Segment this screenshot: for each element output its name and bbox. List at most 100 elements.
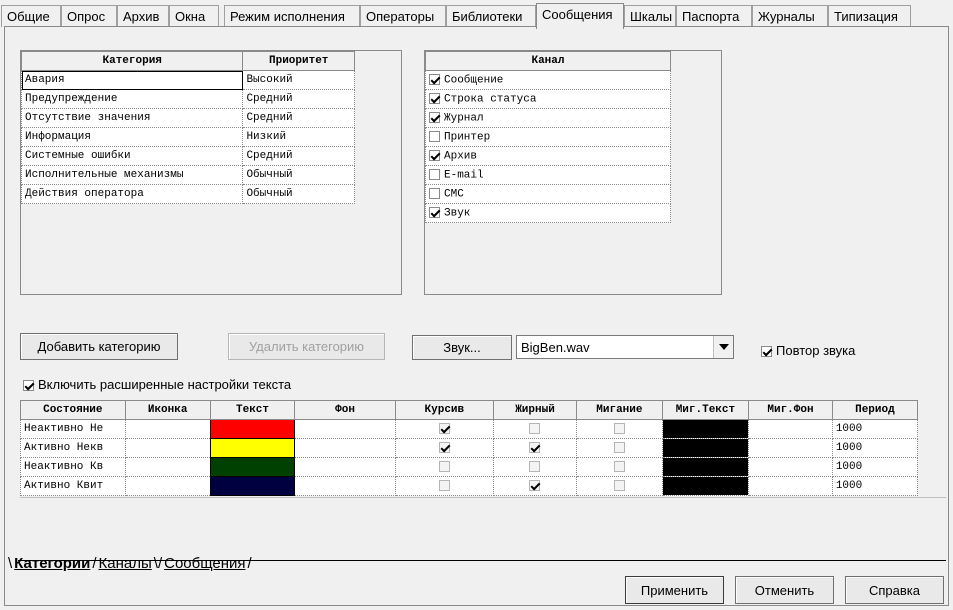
- repeat-sound-checkbox[interactable]: Повтор звука: [761, 343, 855, 358]
- blink-background-cell[interactable]: [748, 457, 833, 477]
- checkbox-cell[interactable]: [492, 438, 578, 458]
- text-color-swatch[interactable]: [209, 419, 296, 439]
- header-col-9[interactable]: Период: [831, 400, 919, 420]
- table-row[interactable]: Активно Некв 1000: [20, 438, 919, 458]
- checkbox-cell[interactable]: [492, 476, 578, 496]
- checkbox-icon[interactable]: [613, 422, 625, 434]
- tab-libraries[interactable]: Библиотеки: [446, 5, 536, 27]
- checkbox-icon[interactable]: [438, 441, 450, 453]
- table-row[interactable]: СМС: [425, 184, 671, 204]
- category-priority[interactable]: Средний: [242, 89, 355, 109]
- checkbox-cell[interactable]: [394, 476, 494, 496]
- header-col-6[interactable]: Мигание: [576, 400, 663, 420]
- table-row[interactable]: Сообщение: [425, 70, 671, 90]
- extended-text-checkbox[interactable]: Включить расширенные настройки текста: [23, 377, 291, 392]
- checkbox-icon[interactable]: [429, 73, 440, 85]
- tab-scales[interactable]: Шкалы: [624, 5, 676, 27]
- category-name[interactable]: Авария: [20, 70, 244, 90]
- add-category-button[interactable]: Добавить категорию: [20, 333, 178, 360]
- blink-background-cell[interactable]: [748, 476, 833, 496]
- category-name[interactable]: Действия оператора: [20, 184, 244, 204]
- table-row[interactable]: Строка статуса: [425, 89, 671, 109]
- checkbox-icon[interactable]: [429, 130, 440, 142]
- channel-cell[interactable]: Журнал: [425, 108, 671, 128]
- checkbox-cell[interactable]: [576, 476, 663, 496]
- category-name[interactable]: Системные ошибки: [20, 146, 244, 166]
- delete-category-button[interactable]: Удалить категорию: [228, 333, 385, 360]
- header-col-4[interactable]: Курсив: [394, 400, 494, 420]
- table-row[interactable]: Отсутствие значения Средний: [20, 108, 355, 128]
- category-priority[interactable]: Средний: [242, 108, 355, 128]
- apply-button[interactable]: Применить: [625, 576, 724, 604]
- header-col-5[interactable]: Жирный: [492, 400, 578, 420]
- category-priority[interactable]: Обычный: [242, 165, 355, 185]
- checkbox-icon[interactable]: [613, 460, 625, 472]
- chevron-down-icon[interactable]: [713, 336, 733, 358]
- checkbox-icon[interactable]: [529, 460, 541, 472]
- channel-cell[interactable]: Строка статуса: [425, 89, 671, 109]
- checkbox-cell[interactable]: [576, 438, 663, 458]
- checkbox-cell[interactable]: [492, 419, 578, 439]
- state-name[interactable]: Активно Квит: [20, 476, 126, 496]
- header-col-3[interactable]: Фон: [294, 400, 396, 420]
- channel-cell[interactable]: СМС: [425, 184, 671, 204]
- bottom-tab-messages[interactable]: Сообщения: [164, 555, 245, 572]
- table-row[interactable]: Неактивно Кв 1000: [20, 457, 919, 477]
- cancel-button[interactable]: Отменить: [735, 576, 834, 604]
- category-name[interactable]: Информация: [20, 127, 244, 147]
- checkbox-icon[interactable]: [429, 168, 440, 180]
- table-row[interactable]: Журнал: [425, 108, 671, 128]
- table-row[interactable]: Авария Высокий: [20, 70, 355, 90]
- channel-cell[interactable]: Звук: [425, 203, 671, 223]
- state-name[interactable]: Неактивно Кв: [20, 457, 126, 477]
- checkbox-icon[interactable]: [429, 111, 440, 123]
- state-icon-cell[interactable]: [124, 476, 211, 496]
- bottom-tab-channels[interactable]: Каналы: [99, 555, 152, 572]
- checkbox-icon[interactable]: [429, 206, 440, 218]
- text-color-swatch[interactable]: [209, 457, 296, 477]
- category-priority[interactable]: Обычный: [242, 184, 355, 204]
- tab-windows[interactable]: Окна: [169, 5, 219, 27]
- tab-general[interactable]: Общие: [1, 5, 61, 27]
- channel-cell[interactable]: Архив: [425, 146, 671, 166]
- state-icon-cell[interactable]: [124, 438, 211, 458]
- header-col-7[interactable]: Миг.Текст: [661, 400, 750, 420]
- channel-cell[interactable]: Сообщение: [425, 70, 671, 90]
- table-row[interactable]: Системные ошибки Средний: [20, 146, 355, 166]
- state-name[interactable]: Активно Некв: [20, 438, 126, 458]
- checkbox-icon[interactable]: [429, 187, 440, 199]
- sound-button[interactable]: Звук...: [412, 335, 512, 360]
- header-col-2[interactable]: Текст: [209, 400, 296, 420]
- tab-polling[interactable]: Опрос: [61, 5, 117, 27]
- header-col-1[interactable]: Иконка: [124, 400, 211, 420]
- tab-operators[interactable]: Операторы: [360, 5, 446, 27]
- period-value[interactable]: 1000: [831, 476, 919, 496]
- text-color-swatch[interactable]: [209, 476, 296, 496]
- checkbox-icon[interactable]: [761, 346, 772, 358]
- table-row[interactable]: Неактивно Не 1000: [20, 419, 919, 439]
- bottom-tab-categories[interactable]: Категории: [14, 555, 90, 572]
- period-value[interactable]: 1000: [831, 419, 919, 439]
- checkbox-icon[interactable]: [529, 441, 541, 453]
- help-button[interactable]: Справка: [845, 576, 944, 604]
- blink-text-color-swatch[interactable]: [661, 457, 750, 477]
- checkbox-icon[interactable]: [429, 149, 440, 161]
- table-row[interactable]: Активно Квит 1000: [20, 476, 919, 496]
- checkbox-cell[interactable]: [492, 457, 578, 477]
- table-row[interactable]: Действия оператора Обычный: [20, 184, 355, 204]
- checkbox-icon[interactable]: [529, 479, 541, 491]
- background-color-cell[interactable]: [294, 419, 396, 439]
- blink-background-cell[interactable]: [748, 419, 833, 439]
- channel-cell[interactable]: E-mail: [425, 165, 671, 185]
- header-col-0[interactable]: Состояние: [20, 400, 126, 420]
- state-icon-cell[interactable]: [124, 419, 211, 439]
- checkbox-icon[interactable]: [438, 460, 450, 472]
- checkbox-icon[interactable]: [613, 441, 625, 453]
- category-priority[interactable]: Средний: [242, 146, 355, 166]
- category-priority[interactable]: Высокий: [242, 70, 355, 90]
- checkbox-cell[interactable]: [576, 457, 663, 477]
- checkbox-icon[interactable]: [529, 422, 541, 434]
- blink-background-cell[interactable]: [748, 438, 833, 458]
- channel-cell[interactable]: Принтер: [425, 127, 671, 147]
- table-row[interactable]: Информация Низкий: [20, 127, 355, 147]
